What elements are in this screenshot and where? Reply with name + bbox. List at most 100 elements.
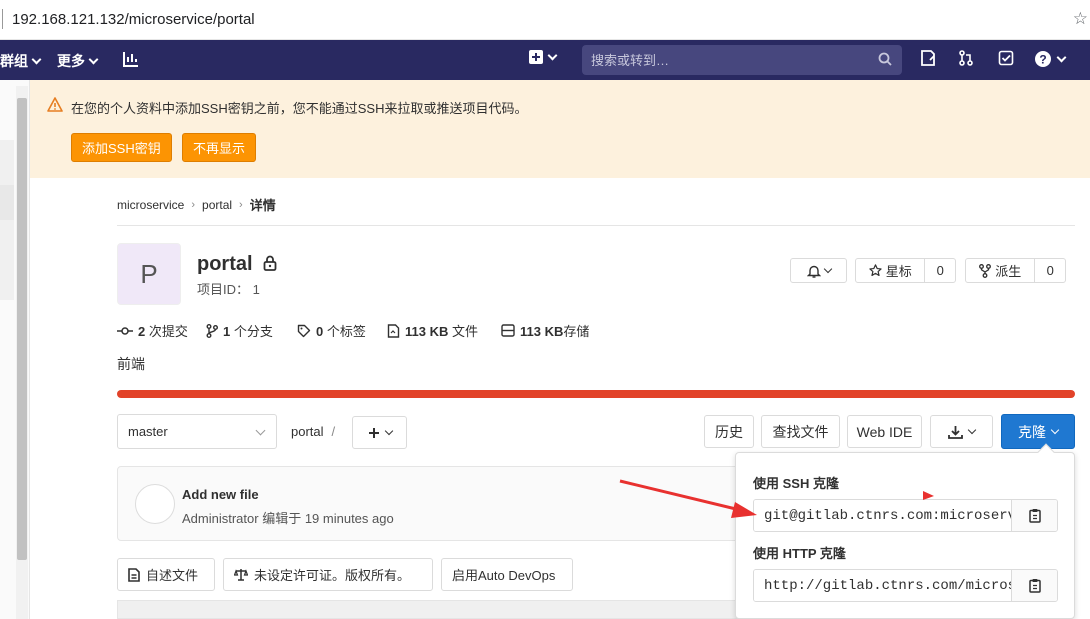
star-icon xyxy=(869,264,882,277)
web-ide-button[interactable]: Web IDE xyxy=(847,415,922,448)
fork-button[interactable]: 派生 xyxy=(966,259,1034,282)
fork-icon xyxy=(979,263,992,278)
ssh-clone-label: 使用 SSH 克隆 xyxy=(753,476,839,491)
commits-unit: 次提交 xyxy=(148,324,188,339)
merge-requests-icon[interactable] xyxy=(958,50,974,66)
alert-message: 在您的个人资料中添加SSH密钥之前，您不能通过SSH来拉取或推送项目代码。 xyxy=(71,101,528,116)
commit-author-avatar[interactable] xyxy=(135,484,175,524)
issues-icon[interactable] xyxy=(920,50,936,66)
branch-select-value: master xyxy=(128,424,168,439)
files-size: 113 KB xyxy=(405,324,449,339)
breadcrumb: microservice › portal › 详情 xyxy=(117,195,276,214)
breadcrumb-project-link[interactable]: portal xyxy=(202,198,232,212)
commit-time: 编辑于 19 minutes ago xyxy=(262,511,394,526)
repository-language-bar xyxy=(117,390,1075,398)
commit-meta: Administrator 编辑于 19 minutes ago xyxy=(182,508,394,527)
plus-square-icon xyxy=(529,50,543,64)
readme-button[interactable]: 自述文件 xyxy=(117,558,215,591)
sidebar-band-active[interactable] xyxy=(0,185,14,220)
chevron-down-icon xyxy=(547,50,558,60)
todos-icon[interactable] xyxy=(998,50,1014,66)
sidebar-band xyxy=(0,140,14,185)
branches-count: 1 xyxy=(223,324,231,339)
storage-unit: 存储 xyxy=(563,324,590,339)
stat-commits[interactable]: 2 次提交 xyxy=(117,321,188,340)
star-count[interactable]: 0 xyxy=(924,259,955,282)
commit-icon xyxy=(117,326,133,335)
ssh-clone-field xyxy=(753,499,1058,532)
storage-icon xyxy=(501,324,515,337)
add-ssh-key-button[interactable]: 添加SSH密钥 xyxy=(71,133,172,162)
bookmark-star-icon[interactable]: ☆ xyxy=(1073,9,1088,29)
star-label: 星标 xyxy=(885,264,912,279)
divider xyxy=(117,225,1075,226)
clone-dropdown: 使用 SSH 克隆 使用 HTTP 克隆 xyxy=(735,443,1075,619)
clipboard-icon xyxy=(1028,509,1041,523)
new-item-dropdown[interactable] xyxy=(529,50,558,64)
clipboard-icon xyxy=(1028,579,1041,593)
file-table-header xyxy=(117,600,747,619)
nav-groups[interactable]: 群组 xyxy=(0,51,42,71)
fork-label: 派生 xyxy=(995,264,1022,279)
nav-more[interactable]: 更多 xyxy=(57,51,99,71)
star-button-group: 星标 0 xyxy=(855,258,956,283)
find-file-button[interactable]: 查找文件 xyxy=(761,415,840,448)
svg-text:?: ? xyxy=(1039,53,1046,67)
copy-http-url-button[interactable] xyxy=(1011,570,1057,601)
clone-dropdown-button[interactable]: 克隆 xyxy=(1001,414,1075,449)
scale-icon xyxy=(234,569,248,581)
breadcrumb-current[interactable]: 详情 xyxy=(250,195,276,214)
project-title: portal xyxy=(197,253,253,275)
nav-more-label: 更多 xyxy=(57,53,85,69)
address-url[interactable]: 192.168.121.132/microservice/portal xyxy=(12,11,255,28)
download-icon xyxy=(948,425,963,439)
fork-button-group: 派生 0 xyxy=(965,258,1066,283)
download-dropdown[interactable] xyxy=(930,415,993,448)
copy-ssh-url-button[interactable] xyxy=(1011,500,1057,531)
stat-branches[interactable]: 1 个分支 xyxy=(206,321,273,340)
activity-chart-icon[interactable] xyxy=(122,50,140,68)
tags-unit: 个标签 xyxy=(326,324,366,339)
history-button[interactable]: 历史 xyxy=(704,415,754,448)
sidebar-scroll-thumb[interactable] xyxy=(17,98,27,560)
star-button[interactable]: 星标 xyxy=(856,259,924,282)
commit-title[interactable]: Add new file xyxy=(182,487,259,502)
help-icon: ? xyxy=(1035,51,1051,67)
tag-icon xyxy=(297,324,311,337)
chevron-down-icon xyxy=(967,425,977,435)
chevron-down-icon xyxy=(255,425,266,436)
http-url-input[interactable] xyxy=(754,570,1011,601)
tags-count: 0 xyxy=(316,324,324,339)
auto-devops-button[interactable]: 启用Auto DevOps xyxy=(441,558,573,591)
notification-dropdown[interactable] xyxy=(790,258,847,283)
repo-path: portal / xyxy=(291,424,335,439)
chevron-down-icon xyxy=(1056,52,1067,62)
chevron-down-icon xyxy=(823,264,832,274)
address-caret xyxy=(2,9,3,29)
lock-icon xyxy=(263,255,277,271)
repo-path-root[interactable]: portal xyxy=(291,424,324,439)
search-icon xyxy=(878,52,892,66)
fork-count[interactable]: 0 xyxy=(1034,259,1065,282)
breadcrumb-chevron-icon: › xyxy=(191,198,196,211)
dismiss-alert-button[interactable]: 不再显示 xyxy=(182,133,257,162)
chevron-down-icon xyxy=(88,54,99,64)
branch-select[interactable]: master xyxy=(117,414,277,449)
stat-tags[interactable]: 0 个标签 xyxy=(297,321,366,340)
commit-author[interactable]: Administrator xyxy=(182,511,259,526)
stat-storage[interactable]: 113 KB存储 xyxy=(501,321,589,340)
clone-label: 克隆 xyxy=(1018,423,1046,440)
browser-address-bar[interactable]: 192.168.121.132/microservice/portal ☆ xyxy=(0,0,1090,40)
http-clone-label: 使用 HTTP 克隆 xyxy=(753,546,846,561)
stat-files[interactable]: 113 KB 文件 xyxy=(387,321,478,340)
breadcrumb-group-link[interactable]: microservice xyxy=(117,198,184,212)
license-button[interactable]: 未设定许可证。版权所有。 xyxy=(223,558,433,591)
project-id: 项目ID： 1 xyxy=(197,282,260,297)
search-input[interactable] xyxy=(582,45,867,75)
add-to-tree-button[interactable] xyxy=(352,416,407,449)
ssh-url-input[interactable] xyxy=(754,500,1011,531)
commits-count: 2 xyxy=(138,324,146,339)
search-box[interactable] xyxy=(582,45,902,75)
help-dropdown[interactable]: ? xyxy=(1034,50,1067,68)
license-label: 未设定许可证。版权所有。 xyxy=(254,568,411,583)
